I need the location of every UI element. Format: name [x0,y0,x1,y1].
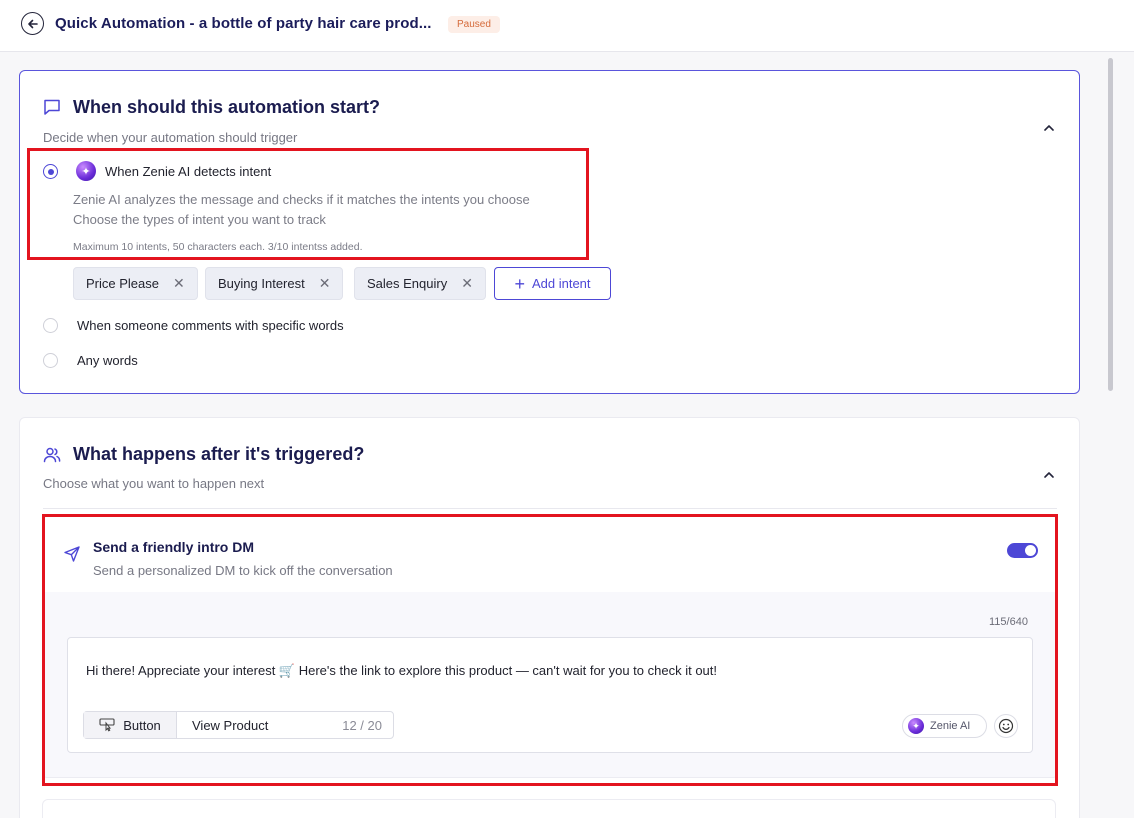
option-label-specific-words[interactable]: When someone comments with specific word… [77,318,344,333]
add-intent-label: Add intent [531,276,591,291]
dm-editor: 115/640 Hi there! Appreciate your intere… [44,592,1056,777]
arrow-left-icon [27,19,38,28]
section-title: When should this automation start? [73,97,380,117]
emoji-button[interactable] [994,714,1018,738]
dm-enabled-toggle[interactable] [1007,543,1038,558]
button-label-value: View Product [192,718,269,733]
cta-button-field[interactable]: Button View Product 12 / 20 [83,711,394,739]
radio-any-words[interactable] [43,353,58,368]
intent-chip-label: Buying Interest [218,276,305,291]
page-title: Quick Automation - a bottle of party hai… [55,15,432,32]
section-title: What happens after it's triggered? [73,444,365,464]
radio-ai-intent[interactable] [43,164,58,179]
intent-chip: Sales Enquiry ✕ [354,267,486,300]
intro-dm-panel: Send a friendly intro DM Send a personal… [43,516,1057,778]
char-counter: 115/640 [989,616,1028,628]
option-description: Zenie AI analyzes the message and checks… [73,192,530,207]
intent-limit-note: Maximum 10 intents, 50 characters each. … [73,241,363,253]
button-label-count: 12 / 20 [342,718,382,733]
status-badge: Paused [448,16,500,33]
chat-bubble-icon [44,99,60,115]
remove-intent-icon[interactable]: ✕ [319,275,331,292]
action-section: What happens after it's triggered? Choos… [19,417,1080,818]
top-bar: Quick Automation - a bottle of party hai… [0,0,1134,52]
intent-chip: Buying Interest ✕ [205,267,344,300]
zenie-ai-icon: ✦ [908,718,924,734]
smiley-icon [998,718,1014,734]
back-button[interactable] [21,12,44,35]
button-label-input[interactable]: View Product 12 / 20 [177,712,393,738]
button-type-selector[interactable]: Button [84,712,177,738]
message-box[interactable]: Hi there! Appreciate your interest 🛒 Her… [67,637,1033,753]
plus-icon: + [514,273,525,294]
trigger-section: When should this automation start? Decid… [19,70,1080,394]
zenie-ai-icon: ✦ [76,161,96,181]
chevron-up-icon[interactable] [1042,121,1056,135]
remove-intent-icon[interactable]: ✕ [461,275,473,292]
dm-subtitle: Send a personalized DM to kick off the c… [93,563,393,578]
send-icon [64,546,80,562]
button-type-label: Button [123,717,161,733]
chevron-up-icon[interactable] [1042,468,1056,482]
message-text[interactable]: Hi there! Appreciate your interest 🛒 Her… [86,663,717,679]
zenie-ai-label: Zenie AI [930,720,971,732]
option-label-any-words[interactable]: Any words [77,353,138,368]
radio-specific-words[interactable] [43,318,58,333]
intent-chip-label: Price Please [86,276,159,291]
intent-chip: Price Please ✕ [73,267,198,300]
intent-chip-label: Sales Enquiry [367,276,448,291]
zenie-ai-button[interactable]: ✦ Zenie AI [902,714,987,738]
pointer-click-icon [99,718,115,732]
divider [43,508,1057,509]
intro-dm-header: Send a friendly intro DM Send a personal… [44,517,1056,592]
section-subtitle: Decide when your automation should trigg… [43,130,298,145]
dm-title: Send a friendly intro DM [93,539,255,555]
next-action-card [42,799,1056,818]
remove-intent-icon[interactable]: ✕ [173,275,185,292]
option-label-ai-intent[interactable]: When Zenie AI detects intent [105,164,271,179]
scrollbar-thumb[interactable] [1108,58,1113,391]
add-intent-button[interactable]: + Add intent [494,267,611,300]
users-icon [43,447,61,463]
option-description-2: Choose the types of intent you want to t… [73,212,326,227]
section-subtitle: Choose what you want to happen next [43,476,265,491]
